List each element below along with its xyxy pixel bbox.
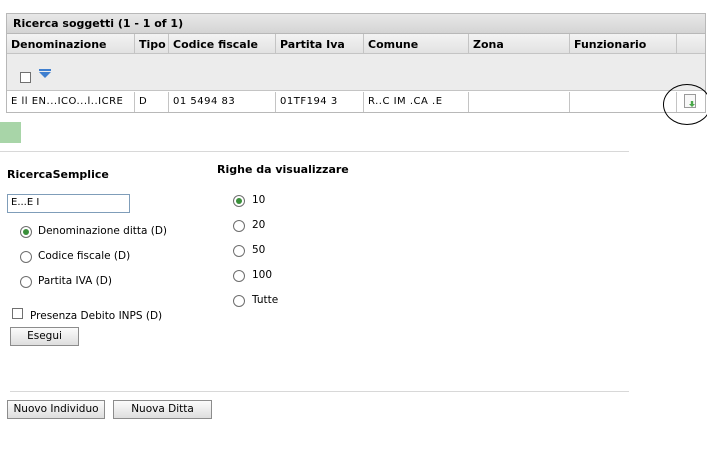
- new-individual-button[interactable]: Nuovo Individuo: [7, 400, 105, 419]
- rows-heading: Righe da visualizzare: [217, 163, 349, 176]
- execute-button[interactable]: Esegui: [10, 327, 79, 346]
- radio-rows-10[interactable]: [233, 195, 245, 207]
- cell-tipo: D: [135, 92, 169, 112]
- radio-denominazione[interactable]: [20, 226, 32, 238]
- column-header-funzionario[interactable]: Funzionario: [570, 34, 677, 54]
- radio-rows-50[interactable]: [233, 245, 245, 257]
- divider-bottom: [10, 391, 629, 392]
- radio-partita-iva-label: Partita IVA (D): [38, 275, 112, 287]
- status-indicator: [0, 122, 21, 143]
- new-company-button[interactable]: Nuova Ditta: [113, 400, 212, 419]
- radio-rows-20-label: 20: [252, 219, 266, 231]
- search-input[interactable]: E...E I: [7, 194, 130, 213]
- column-header-tipo[interactable]: Tipo: [135, 34, 169, 54]
- results-title: Ricerca soggetti (1 - 1 of 1): [7, 14, 705, 34]
- filter-dropdown-icon[interactable]: [39, 69, 51, 78]
- cell-funzionario: [570, 92, 677, 112]
- radio-partita-iva[interactable]: [20, 276, 32, 288]
- radio-rows-all-label: Tutte: [252, 294, 279, 306]
- divider-top: [0, 151, 629, 152]
- cell-zona: [469, 92, 570, 112]
- results-panel: Ricerca soggetti (1 - 1 of 1) Denominazi…: [6, 13, 706, 113]
- radio-rows-10-label: 10: [252, 194, 266, 206]
- column-header-zona[interactable]: Zona: [469, 34, 570, 54]
- radio-rows-50-label: 50: [252, 244, 266, 256]
- debito-inps-label: Presenza Debito INPS (D): [30, 310, 163, 322]
- cell-comune: R..C IM .CA .E: [364, 92, 469, 112]
- radio-rows-100[interactable]: [233, 270, 245, 282]
- radio-rows-100-label: 100: [252, 269, 273, 281]
- cell-codice-fiscale: 01 5494 83: [169, 92, 276, 112]
- filter-row: [7, 54, 705, 91]
- cell-partita-iva: 01TF194 3: [276, 92, 364, 112]
- radio-codice-fiscale-label: Codice fiscale (D): [38, 250, 131, 262]
- column-header-comune[interactable]: Comune: [364, 34, 469, 54]
- radio-rows-20[interactable]: [233, 220, 245, 232]
- select-all-checkbox[interactable]: [20, 72, 31, 83]
- radio-rows-all[interactable]: [233, 295, 245, 307]
- column-header-partita-iva[interactable]: Partita Iva: [276, 34, 364, 54]
- column-header-codice-fiscale[interactable]: Codice fiscale: [169, 34, 276, 54]
- column-header-denominazione[interactable]: Denominazione: [7, 34, 135, 54]
- search-heading: RicercaSemplice: [7, 168, 109, 181]
- radio-denominazione-label: Denominazione ditta (D): [38, 225, 168, 237]
- highlight-circle: [663, 84, 707, 125]
- radio-codice-fiscale[interactable]: [20, 251, 32, 263]
- debito-inps-checkbox[interactable]: [12, 308, 23, 319]
- column-header-actions: [677, 34, 705, 54]
- cell-denominazione: E ll EN...ICO...l..ICRE: [7, 92, 135, 112]
